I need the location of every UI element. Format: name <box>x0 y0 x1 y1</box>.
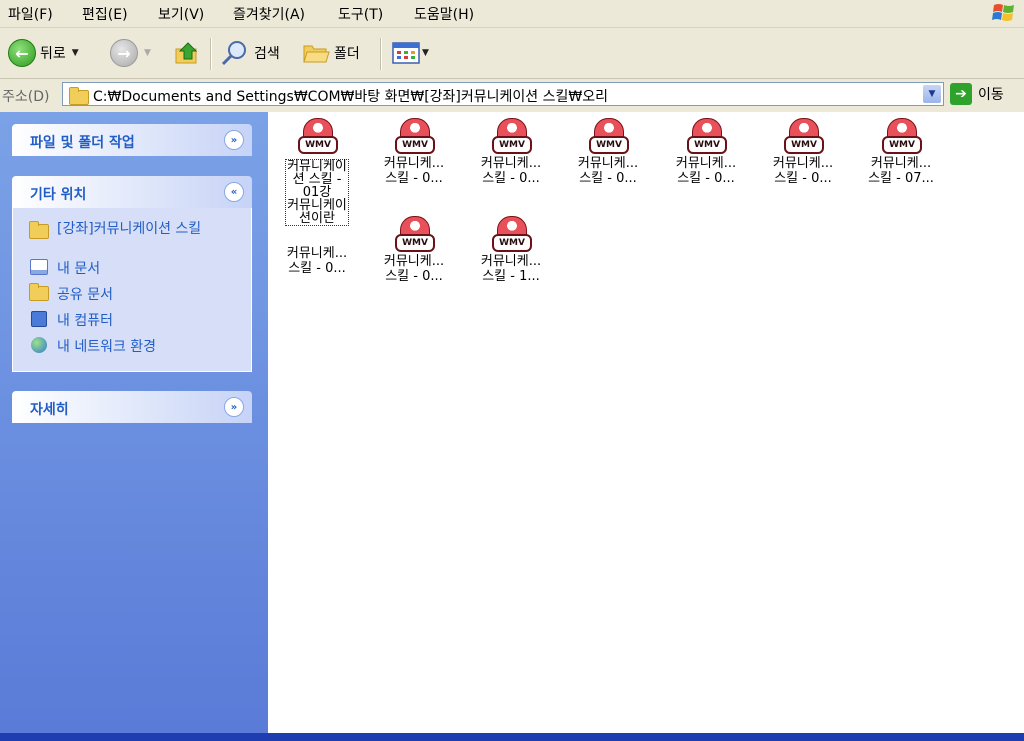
link-course-folder[interactable]: [강좌]커뮤니케이션 스킬 <box>29 220 229 240</box>
file-name: 커뮤니케... 스킬 - 0... <box>383 156 445 186</box>
file-folder-tasks-header[interactable]: 파일 및 폴더 작업 » <box>12 124 252 156</box>
link-shared-documents[interactable]: 공유 문서 <box>29 282 113 304</box>
address-dropdown-icon[interactable]: ▼ <box>923 85 941 103</box>
file-item[interactable]: WMV 커뮤니케... 스킬 - 0... <box>371 116 457 186</box>
details-title: 자세히 <box>30 402 69 418</box>
menu-tools[interactable]: 도구(T) <box>338 4 383 24</box>
file-list-area[interactable]: WMV 커뮤니케이 션 스킬 - 01강 커뮤니케이 션이란 WMV 커뮤니케.… <box>268 112 1024 733</box>
file-item[interactable]: WMV 커뮤니케... 스킬 - 1... <box>468 214 554 284</box>
back-arrow-icon: ← <box>8 39 36 67</box>
toolbar-separator <box>210 38 212 70</box>
views-button[interactable]: ▼ <box>392 38 429 68</box>
link-label: [강좌]커뮤니케이션 스킬 <box>57 221 202 237</box>
menu-view[interactable]: 보기(V) <box>158 4 204 24</box>
file-item[interactable]: WMV 커뮤니케이 션 스킬 - 01강 커뮤니케이 션이란 <box>274 116 360 226</box>
address-path: C:₩Documents and Settings₩COM₩바탕 화면₩[강좌]… <box>93 89 608 105</box>
other-places-body: [강좌]커뮤니케이션 스킬 내 문서 공유 문서 내 컴퓨터 내 네트워크 환경 <box>12 208 252 372</box>
file-item[interactable]: WMV 커뮤니케... 스킬 - 0... <box>565 116 651 186</box>
search-icon <box>221 41 246 66</box>
wmv-file-icon: WMV <box>783 116 824 156</box>
address-input[interactable]: C:₩Documents and Settings₩COM₩바탕 화면₩[강좌]… <box>62 82 944 106</box>
menu-edit[interactable]: 편집(E) <box>82 4 128 24</box>
forward-button[interactable]: → ▼ <box>110 38 151 68</box>
windows-logo-icon <box>992 4 1014 21</box>
folders-button[interactable]: 폴더 <box>302 38 360 68</box>
menu-file[interactable]: 파일(F) <box>8 4 53 24</box>
my-documents-icon <box>29 258 49 276</box>
file-name: 커뮤니케이 션 스킬 - 01강 커뮤니케이 션이란 <box>285 159 349 226</box>
link-label: 내 컴퓨터 <box>57 313 113 329</box>
folder-icon <box>303 45 330 63</box>
wmv-file-icon: WMV <box>297 116 338 156</box>
computer-icon <box>29 310 49 328</box>
network-icon <box>29 336 49 354</box>
details-header[interactable]: 자세히 » <box>12 391 252 423</box>
file-name: 커뮤니케... 스킬 - 0... <box>772 156 834 186</box>
wmv-file-icon: WMV <box>491 214 532 254</box>
file-name: 커뮤니케... 스킬 - 0... <box>577 156 639 186</box>
menu-help[interactable]: 도움말(H) <box>414 4 474 24</box>
wmv-file-icon: WMV <box>686 116 727 156</box>
link-my-documents[interactable]: 내 문서 <box>29 258 100 278</box>
file-item[interactable]: WMV 커뮤니케... 스킬 - 0... <box>760 116 846 186</box>
collapse-chevron-icon[interactable]: » <box>224 182 244 202</box>
link-label: 내 문서 <box>57 261 101 277</box>
link-my-computer[interactable]: 내 컴퓨터 <box>29 310 113 330</box>
back-dropdown-icon[interactable]: ▼ <box>72 48 79 58</box>
file-folder-tasks-title: 파일 및 폴더 작업 <box>30 135 135 151</box>
toolbar-separator <box>380 38 382 70</box>
file-item[interactable]: WMV 커뮤니케... 스킬 - 0... <box>663 116 749 186</box>
expand-chevron-icon[interactable]: » <box>224 130 244 150</box>
wmv-file-icon: WMV <box>588 116 629 156</box>
forward-dropdown-icon[interactable]: ▼ <box>144 48 151 58</box>
file-name: 커뮤니케... 스킬 - 07... <box>868 156 934 186</box>
file-name: 커뮤니케... 스킬 - 0... <box>675 156 737 186</box>
other-places-header[interactable]: 기타 위치 » <box>12 176 252 208</box>
go-label: 이동 <box>978 87 1004 103</box>
folder-icon <box>29 282 49 302</box>
wmv-file-icon: WMV <box>394 214 435 254</box>
menu-bar: 파일(F) 편집(E) 보기(V) 즐겨찾기(A) 도구(T) 도움말(H) <box>0 0 1024 28</box>
file-item[interactable]: WMV 커뮤니케... 스킬 - 0... <box>468 116 554 186</box>
views-icon <box>392 42 420 64</box>
back-label: 뒤로 <box>40 46 66 62</box>
file-name: 커뮤니케... 스킬 - 1... <box>480 254 542 284</box>
file-item[interactable]: WMV 커뮤니케... 스킬 - 07... <box>858 116 944 186</box>
expand-chevron-icon[interactable]: » <box>224 397 244 417</box>
folders-label: 폴더 <box>334 46 360 62</box>
address-label: 주소(D) <box>2 89 50 105</box>
file-name: 커뮤니케... 스킬 - 0... <box>286 246 348 276</box>
file-item[interactable]: 커뮤니케... 스킬 - 0... <box>274 246 360 276</box>
taskbar-edge <box>0 733 1024 741</box>
folder-icon <box>29 220 49 240</box>
views-dropdown-icon[interactable]: ▼ <box>422 48 429 58</box>
folder-icon <box>69 87 89 109</box>
wmv-file-icon: WMV <box>491 116 532 156</box>
go-button[interactable]: ➔ 이동 <box>950 83 1004 105</box>
wmv-file-icon: WMV <box>881 116 922 156</box>
address-bar: 주소(D) C:₩Documents and Settings₩COM₩바탕 화… <box>0 79 1024 111</box>
search-label: 검색 <box>254 46 280 62</box>
task-pane: 파일 및 폴더 작업 » 기타 위치 » [강좌]커뮤니케이션 스킬 내 문서 … <box>0 112 268 733</box>
go-arrow-icon: ➔ <box>950 83 972 105</box>
search-button[interactable]: 검색 <box>220 38 280 68</box>
other-places-title: 기타 위치 <box>30 187 87 203</box>
toolbar: ← 뒤로 ▼ → ▼ 검색 폴더 ▼ <box>0 28 1024 79</box>
up-folder-icon <box>175 42 198 64</box>
up-folder-button[interactable] <box>174 38 202 68</box>
link-label: 공유 문서 <box>57 287 113 303</box>
link-label: 내 네트워크 환경 <box>57 339 157 355</box>
forward-arrow-icon: → <box>110 39 138 67</box>
wmv-file-icon: WMV <box>394 116 435 156</box>
menu-favorites[interactable]: 즐겨찾기(A) <box>233 4 305 24</box>
file-name: 커뮤니케... 스킬 - 0... <box>480 156 542 186</box>
link-network-places[interactable]: 내 네트워크 환경 <box>29 336 156 356</box>
file-item[interactable]: WMV 커뮤니케... 스킬 - 0... <box>371 214 457 284</box>
back-button[interactable]: ← 뒤로 ▼ <box>8 38 79 68</box>
file-name: 커뮤니케... 스킬 - 0... <box>383 254 445 284</box>
